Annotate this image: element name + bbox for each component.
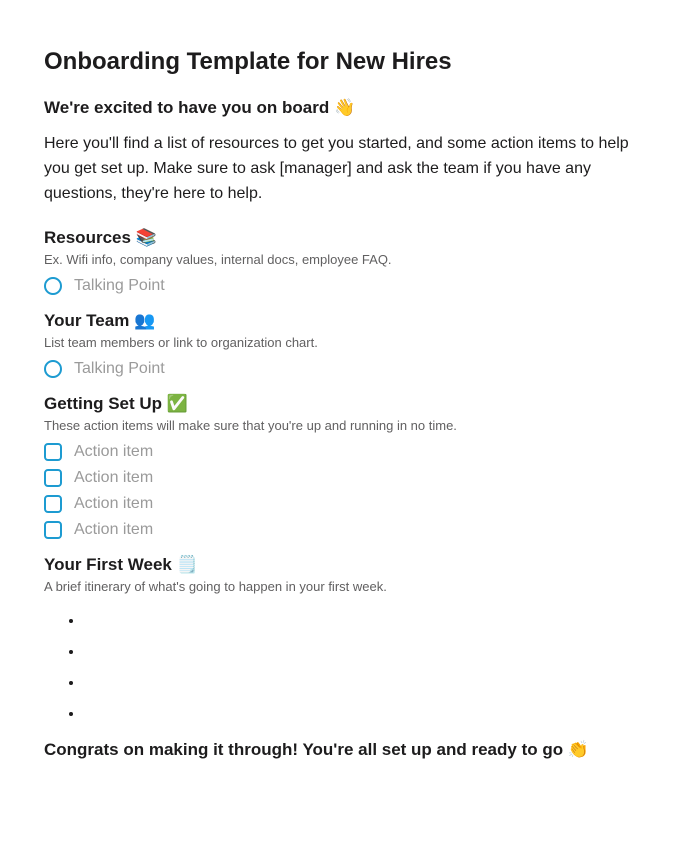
- action-item-label: Action item: [74, 443, 153, 461]
- resources-talking-point[interactable]: Talking Point: [44, 277, 640, 295]
- action-item[interactable]: Action item: [44, 469, 640, 487]
- action-item[interactable]: Action item: [44, 495, 640, 513]
- circle-icon: [44, 277, 62, 295]
- action-item[interactable]: Action item: [44, 521, 640, 539]
- checkbox-icon[interactable]: [44, 521, 62, 539]
- resources-subtext: Ex. Wifi info, company values, internal …: [44, 252, 640, 267]
- intro-paragraph: Here you'll find a list of resources to …: [44, 132, 640, 206]
- action-item-label: Action item: [74, 521, 153, 539]
- setup-section: Getting Set Up ✅ These action items will…: [44, 394, 640, 539]
- talking-point-label: Talking Point: [74, 360, 165, 378]
- talking-point-label: Talking Point: [74, 277, 165, 295]
- list-item[interactable]: [84, 674, 640, 691]
- action-items-list: Action item Action item Action item Acti…: [44, 443, 640, 539]
- circle-icon: [44, 360, 62, 378]
- team-talking-point[interactable]: Talking Point: [44, 360, 640, 378]
- firstweek-section: Your First Week 🗒️ A brief itinerary of …: [44, 555, 640, 722]
- team-subtext: List team members or link to organizatio…: [44, 335, 640, 350]
- resources-section: Resources 📚 Ex. Wifi info, company value…: [44, 228, 640, 295]
- firstweek-list: [44, 612, 640, 722]
- list-item[interactable]: [84, 705, 640, 722]
- checkbox-icon[interactable]: [44, 443, 62, 461]
- checkbox-icon[interactable]: [44, 495, 62, 513]
- action-item-label: Action item: [74, 495, 153, 513]
- action-item[interactable]: Action item: [44, 443, 640, 461]
- list-item[interactable]: [84, 612, 640, 629]
- page-title: Onboarding Template for New Hires: [44, 48, 640, 76]
- firstweek-subtext: A brief itinerary of what's going to hap…: [44, 579, 640, 594]
- team-section: Your Team 👥 List team members or link to…: [44, 311, 640, 378]
- team-heading: Your Team 👥: [44, 311, 640, 331]
- setup-subtext: These action items will make sure that y…: [44, 418, 640, 433]
- list-item[interactable]: [84, 643, 640, 660]
- resources-heading: Resources 📚: [44, 228, 640, 248]
- congrats-heading: Congrats on making it through! You're al…: [44, 740, 640, 760]
- checkbox-icon[interactable]: [44, 469, 62, 487]
- welcome-heading: We're excited to have you on board 👋: [44, 98, 640, 118]
- setup-heading: Getting Set Up ✅: [44, 394, 640, 414]
- action-item-label: Action item: [74, 469, 153, 487]
- firstweek-heading: Your First Week 🗒️: [44, 555, 640, 575]
